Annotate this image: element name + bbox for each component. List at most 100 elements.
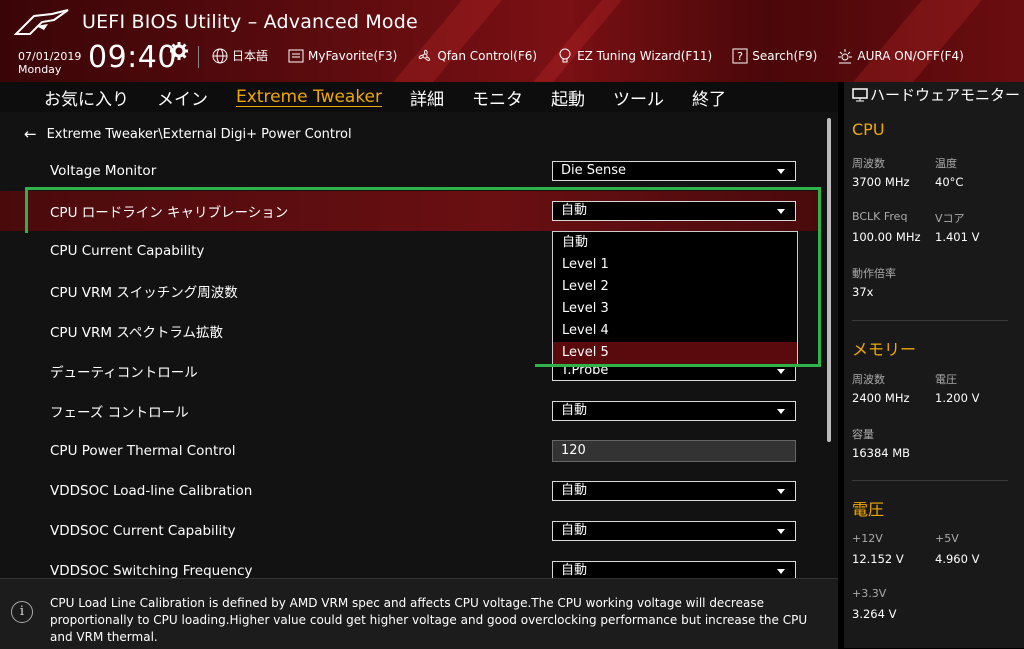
chevron-down-icon <box>777 489 785 494</box>
dropdown-option[interactable]: Level 1 <box>553 254 797 276</box>
setting-row-vddsoc-switching[interactable]: VDDSOC Switching Frequency 自動 <box>0 551 818 578</box>
setting-row-vddsoc-current[interactable]: VDDSOC Current Capability 自動 <box>0 511 818 551</box>
cpu-temp-value: 40°C <box>935 175 964 189</box>
setting-label: CPU Current Capability <box>50 243 205 259</box>
cpu-llc-select[interactable]: 自動 <box>552 201 796 221</box>
mem-volt-label: 電圧 <box>935 373 957 386</box>
rog-logo-icon <box>14 9 69 35</box>
svg-text:?: ? <box>737 50 743 63</box>
dropdown-option-selected[interactable]: Level 5 <box>553 342 797 364</box>
favorite-icon <box>288 49 304 62</box>
dropdown-option[interactable]: Level 2 <box>553 276 797 298</box>
chevron-down-icon <box>777 409 785 414</box>
setting-row-cpu-llc[interactable]: CPU ロードライン キャリブレーション 自動 <box>0 191 818 231</box>
setting-label: デューティコントロール <box>50 365 198 381</box>
phase-control-select[interactable]: 自動 <box>552 401 796 421</box>
mem-freq-label: 周波数 <box>852 373 885 386</box>
tab-tool[interactable]: ツール <box>599 85 678 110</box>
select-value: Die Sense <box>561 163 627 178</box>
aura-icon <box>838 48 853 63</box>
v5-value: 4.960 V <box>935 552 980 566</box>
v12-label: +12V <box>852 532 883 545</box>
v5-label: +5V <box>935 532 959 545</box>
search-label: Search(F9) <box>752 48 818 63</box>
setting-label: Voltage Monitor <box>50 163 157 179</box>
tab-exit[interactable]: 終了 <box>678 85 740 110</box>
scrollbar[interactable] <box>827 118 831 442</box>
vddsoc-switching-select[interactable]: 自動 <box>552 561 796 578</box>
tab-advanced[interactable]: 詳細 <box>396 85 458 110</box>
vddsoc-current-select[interactable]: 自動 <box>552 521 796 541</box>
language-button[interactable]: 日本語 <box>212 47 268 64</box>
setting-label: CPU VRM スイッチング周波数 <box>50 285 238 301</box>
monitor-icon <box>852 88 868 102</box>
setting-row-cpu-power-thermal[interactable]: CPU Power Thermal Control 120 <box>0 431 818 471</box>
mem-cap-label: 容量 <box>852 428 874 441</box>
v12-value: 12.152 V <box>852 552 904 566</box>
divider <box>852 320 1008 321</box>
select-value: T.Probe <box>561 363 609 378</box>
setting-label: CPU Power Thermal Control <box>50 443 236 459</box>
tab-favorites[interactable]: お気に入り <box>0 85 143 110</box>
setting-row-voltage-monitor[interactable]: Voltage Monitor Die Sense <box>0 151 818 191</box>
vcore-label: Vコア <box>935 212 965 225</box>
help-text: CPU Load Line Calibration is defined by … <box>50 596 808 644</box>
gear-icon[interactable] <box>170 42 188 60</box>
tab-monitor[interactable]: モニタ <box>458 85 537 110</box>
ez-tuning-button[interactable]: EZ Tuning Wizard(F11) <box>557 48 712 64</box>
chevron-down-icon <box>777 369 785 374</box>
chevron-down-icon <box>777 569 785 574</box>
myfavorite-button[interactable]: MyFavorite(F3) <box>288 48 397 64</box>
dropdown-option[interactable]: Level 4 <box>553 320 797 342</box>
select-value: 自動 <box>561 483 588 498</box>
help-bar: i CPU Load Line Calibration is defined b… <box>0 578 838 649</box>
vddsoc-llc-select[interactable]: 自動 <box>552 481 796 501</box>
back-arrow-icon[interactable]: ← <box>24 125 37 143</box>
qfan-button[interactable]: Qfan Control(F6) <box>417 48 537 64</box>
ez-tuning-label: EZ Tuning Wizard(F11) <box>577 48 713 63</box>
tab-boot[interactable]: 起動 <box>537 85 599 110</box>
mem-volt-value: 1.200 V <box>935 391 980 405</box>
select-value: 自動 <box>561 563 588 578</box>
dropdown-option[interactable]: 自動 <box>553 232 797 254</box>
setting-label: VDDSOC Switching Frequency <box>50 563 253 578</box>
tab-main[interactable]: メイン <box>143 85 222 110</box>
vcore-value: 1.401 V <box>935 230 980 244</box>
cpu-freq-label: 周波数 <box>852 157 885 170</box>
day-text: Monday <box>18 63 62 76</box>
breadcrumb: ← Extreme Tweaker\External Digi+ Power C… <box>24 125 352 143</box>
setting-label: VDDSOC Current Capability <box>50 523 236 539</box>
globe-icon <box>212 48 228 63</box>
setting-label: VDDSOC Load-line Calibration <box>50 483 253 499</box>
info-icon: i <box>11 601 33 623</box>
qfan-label: Qfan Control(F6) <box>437 48 538 63</box>
settings-list: Voltage Monitor Die Sense CPU ロードライン キャリ… <box>0 151 818 578</box>
setting-row-phase-control[interactable]: フェーズ コントロール 自動 <box>0 391 818 431</box>
llc-dropdown-list[interactable]: 自動 Level 1 Level 2 Level 3 Level 4 Level… <box>552 231 798 364</box>
bulb-icon <box>559 48 571 62</box>
header-bar: UEFI BIOS Utility – Advanced Mode 07/01/… <box>0 0 1024 82</box>
duty-control-select[interactable]: T.Probe <box>552 361 796 381</box>
ratio-label: 動作倍率 <box>852 267 896 280</box>
bclk-value: 100.00 MHz <box>852 230 921 244</box>
fan-icon <box>419 49 431 61</box>
v33-label: +3.3V <box>852 587 887 600</box>
aura-label: AURA ON/OFF(F4) <box>857 48 964 63</box>
search-button[interactable]: ? Search(F9) <box>732 48 817 64</box>
memory-heading: メモリー <box>852 340 917 359</box>
tab-extreme-tweaker[interactable]: Extreme Tweaker <box>222 87 396 107</box>
mem-cap-value: 16384 MB <box>852 446 911 460</box>
select-value: 自動 <box>561 403 588 418</box>
mem-freq-value: 2400 MHz <box>852 391 910 405</box>
hardware-monitor-title: ハードウェアモニター <box>852 86 1020 105</box>
search-icon: ? <box>732 48 748 63</box>
voltage-monitor-select[interactable]: Die Sense <box>552 161 796 181</box>
setting-row-vddsoc-llc[interactable]: VDDSOC Load-line Calibration 自動 <box>0 471 818 511</box>
hardware-monitor-title-text: ハードウェアモニター <box>870 86 1021 104</box>
aura-button[interactable]: AURA ON/OFF(F4) <box>837 48 964 64</box>
dropdown-option[interactable]: Level 3 <box>553 298 797 320</box>
select-value: 自動 <box>561 523 588 538</box>
main-nav: お気に入り メイン Extreme Tweaker 詳細 モニタ 起動 ツール … <box>0 82 838 112</box>
cpu-temp-label: 温度 <box>935 157 957 170</box>
cpu-power-thermal-input[interactable]: 120 <box>552 440 796 462</box>
